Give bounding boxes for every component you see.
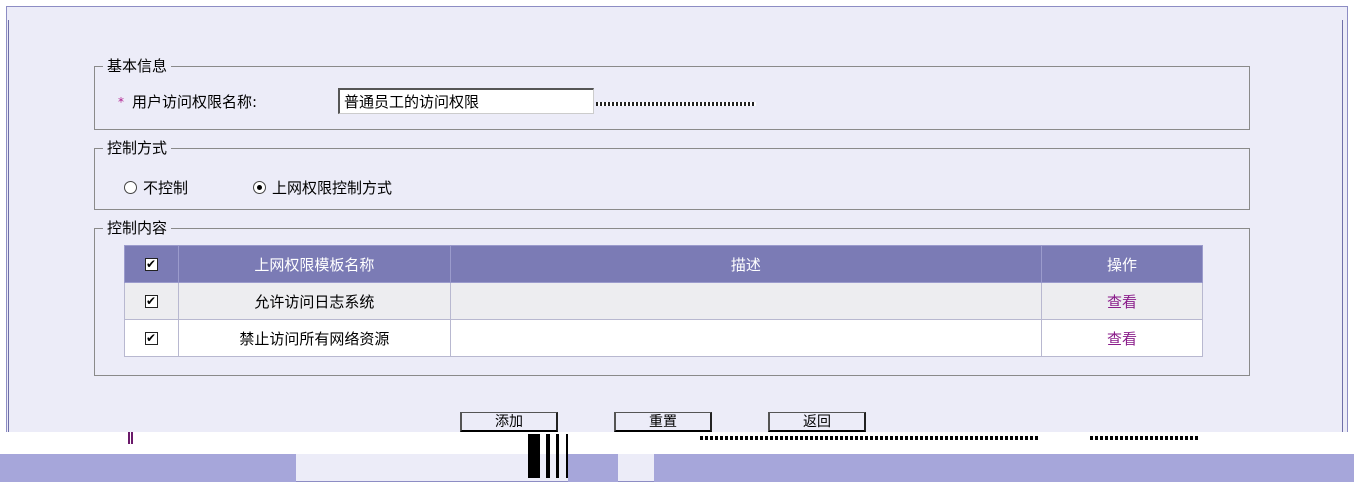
action-cell: 查看 (1041, 282, 1203, 320)
radio-no-control[interactable]: 不控制 (124, 177, 188, 198)
panel-edge-left (8, 20, 9, 460)
back-button[interactable]: 返回 (768, 412, 866, 432)
control-content-legend: 控制内容 (107, 219, 168, 237)
bottom-bar-left (0, 454, 296, 482)
control-mode-group: 控制方式 (94, 140, 1250, 210)
bottom-bar-right (654, 454, 1354, 482)
table-row: 允许访问日志系统 查看 (124, 282, 1203, 320)
radio-internet-control[interactable]: 上网权限控制方式 (253, 177, 392, 198)
render-artifact (556, 434, 559, 478)
template-description-cell (449, 282, 1043, 320)
render-artifact (700, 436, 1040, 440)
template-name-cell: 禁止访问所有网络资源 (177, 319, 451, 357)
add-button[interactable]: 添加 (460, 412, 558, 432)
table-header-row: 上网权限模板名称 描述 操作 (124, 245, 1203, 283)
render-artifact (1090, 436, 1200, 440)
render-artifact (566, 434, 568, 478)
template-name-cell: 允许访问日志系统 (177, 282, 451, 320)
action-cell: 查看 (1041, 319, 1203, 357)
reset-button[interactable]: 重置 (614, 412, 712, 432)
render-artifact (546, 434, 550, 478)
access-name-input[interactable] (338, 88, 594, 114)
basic-info-legend: 基本信息 (107, 57, 168, 75)
access-name-label: 用户访问权限名称: (132, 93, 258, 111)
row-checkbox[interactable] (144, 330, 158, 346)
render-artifact (528, 434, 540, 478)
column-header-name: 上网权限模板名称 (177, 245, 451, 283)
basic-info-group: 基本信息 (94, 58, 1250, 130)
required-mark: * (118, 95, 124, 109)
control-mode-legend: 控制方式 (107, 139, 168, 157)
select-all-checkbox[interactable] (144, 256, 158, 272)
radio-no-control-label: 不控制 (143, 179, 189, 197)
view-link[interactable]: 查看 (1107, 293, 1137, 311)
radio-internet-control-label: 上网权限控制方式 (272, 179, 393, 197)
header-checkbox-cell (124, 245, 179, 283)
column-header-action: 操作 (1041, 245, 1203, 283)
radio-no-control-circle[interactable] (124, 181, 137, 194)
template-description-cell (449, 319, 1043, 357)
panel-edge-right (1342, 20, 1343, 460)
render-artifact (596, 102, 756, 106)
row-checkbox-cell (124, 282, 179, 320)
table-row: 禁止访问所有网络资源 查看 (124, 319, 1203, 357)
view-link[interactable]: 查看 (1107, 330, 1137, 348)
row-checkbox-cell (124, 319, 179, 357)
radio-internet-control-circle[interactable] (253, 181, 266, 194)
row-checkbox[interactable] (144, 293, 158, 309)
template-table: 上网权限模板名称 描述 操作 允许访问日志系统 查看 禁止访问所有网络资源 查看 (124, 245, 1203, 357)
bottom-bar-mid (568, 454, 618, 482)
render-artifact (128, 432, 133, 444)
column-header-description: 描述 (449, 245, 1043, 283)
